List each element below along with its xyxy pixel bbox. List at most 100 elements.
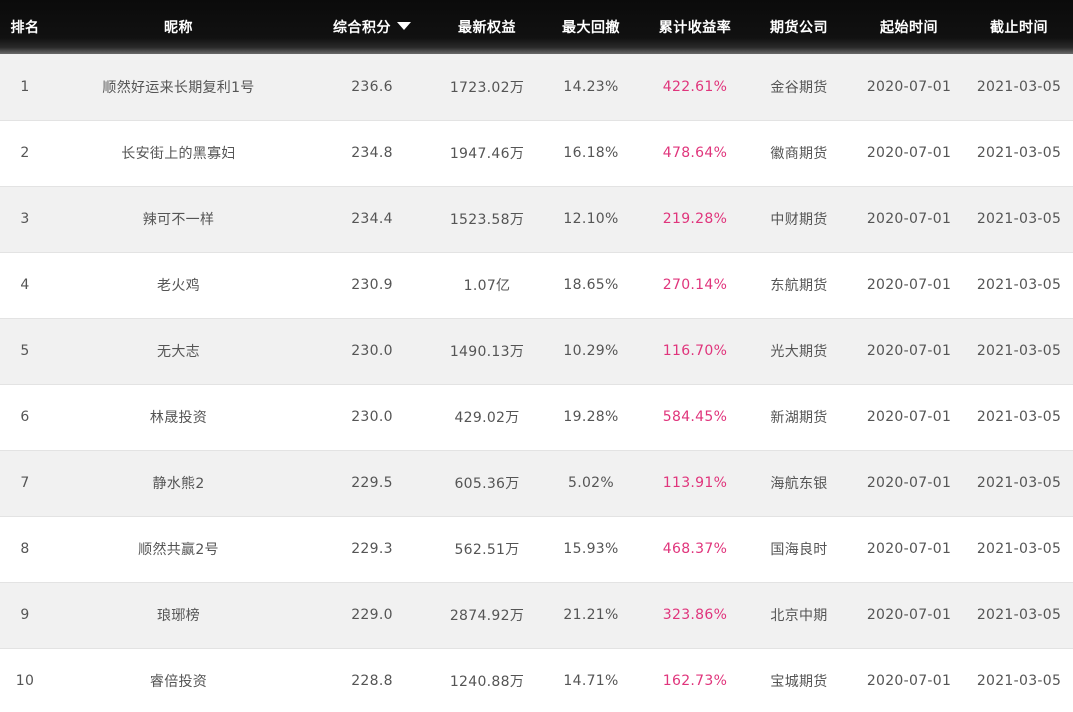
cell-score: 228.8 <box>351 673 393 689</box>
table-row[interactable]: 1 顺然好运来长期复利1号 236.6 1723.02万 14.23% 422.… <box>0 54 1073 120</box>
table-body: 1 顺然好运来长期复利1号 236.6 1723.02万 14.23% 422.… <box>0 54 1073 712</box>
cell-company: 海航东银 <box>770 476 828 492</box>
cell-drawdown: 10.29% <box>563 343 619 359</box>
header-rank: 排名 <box>10 20 40 36</box>
cell-end: 2021-03-05 <box>976 78 1062 95</box>
header-start: 起始时间 <box>880 20 938 36</box>
cell-drawdown: 15.93% <box>563 541 619 557</box>
cell-nickname[interactable]: 老火鸡 <box>50 252 307 318</box>
cell-start: 2020-07-01 <box>866 78 952 95</box>
cell-drawdown: 12.10% <box>563 211 619 227</box>
cell-company: 北京中期 <box>770 608 828 624</box>
cell-score: 230.9 <box>351 277 393 293</box>
cell-return: 323.86% <box>662 607 728 623</box>
cell-return: 162.73% <box>662 673 728 689</box>
cell-nickname[interactable]: 琅琊榜 <box>50 582 307 648</box>
cell-company: 徽商期货 <box>770 146 828 162</box>
cell-end: 2021-03-05 <box>976 409 1062 425</box>
header-score-label: 综合积分 <box>333 20 391 36</box>
cell-equity: 1523.58万 <box>449 212 525 228</box>
cell-drawdown: 19.28% <box>563 409 619 425</box>
table-row[interactable]: 6 林晟投资 230.0 429.02万 19.28% 584.45% 新湖期货… <box>0 384 1073 450</box>
cell-return: 468.37% <box>662 541 728 557</box>
cell-equity: 1947.46万 <box>449 146 525 162</box>
cell-drawdown: 16.18% <box>563 145 619 161</box>
header-score[interactable]: 综合积分 <box>307 0 437 54</box>
cell-end: 2021-03-05 <box>976 607 1062 623</box>
table-row[interactable]: 3 辣可不一样 234.4 1523.58万 12.10% 219.28% 中财… <box>0 186 1073 252</box>
cell-rank: 7 <box>20 475 30 491</box>
cell-rank: 10 <box>15 673 35 689</box>
cell-company: 金谷期货 <box>770 79 828 96</box>
cell-end: 2021-03-05 <box>976 211 1062 227</box>
cell-company: 新湖期货 <box>770 410 828 426</box>
cell-drawdown: 5.02% <box>568 475 614 491</box>
cell-start: 2020-07-01 <box>866 673 952 689</box>
cell-company: 宝城期货 <box>770 674 828 690</box>
table-row[interactable]: 2 长安街上的黑寡妇 234.8 1947.46万 16.18% 478.64%… <box>0 120 1073 186</box>
cell-start: 2020-07-01 <box>866 211 952 227</box>
cell-equity: 562.51万 <box>454 542 520 558</box>
cell-start: 2020-07-01 <box>866 607 952 623</box>
cell-nickname[interactable]: 顺然共赢2号 <box>50 516 307 582</box>
table-row[interactable]: 4 老火鸡 230.9 1.07亿 18.65% 270.14% 东航期货 20… <box>0 252 1073 318</box>
cell-start: 2020-07-01 <box>866 145 952 161</box>
table-row[interactable]: 9 琅琊榜 229.0 2874.92万 21.21% 323.86% 北京中期… <box>0 582 1073 648</box>
header-company: 期货公司 <box>770 20 828 36</box>
cell-equity: 1240.88万 <box>449 674 525 690</box>
cell-equity: 1.07亿 <box>463 278 511 294</box>
cell-start: 2020-07-01 <box>866 475 952 491</box>
cell-rank: 2 <box>20 145 30 161</box>
cell-nickname[interactable]: 顺然好运来长期复利1号 <box>50 54 307 120</box>
cell-start: 2020-07-01 <box>866 277 952 293</box>
table-row[interactable]: 8 顺然共赢2号 229.3 562.51万 15.93% 468.37% 国海… <box>0 516 1073 582</box>
cell-start: 2020-07-01 <box>866 409 952 425</box>
ranking-table: 排名 昵称 综合积分 最新权益 最大回撤 累计收益率 期货公司 起始时间 截止时… <box>0 0 1073 712</box>
cell-nickname[interactable]: 辣可不一样 <box>50 186 307 252</box>
cell-score: 234.8 <box>351 145 393 161</box>
cell-nickname[interactable]: 无大志 <box>50 318 307 384</box>
cell-nickname[interactable]: 睿倍投资 <box>50 648 307 712</box>
cell-start: 2020-07-01 <box>866 343 952 359</box>
header-equity: 最新权益 <box>458 20 516 36</box>
cell-score: 229.0 <box>351 607 393 623</box>
cell-return: 478.64% <box>662 145 728 161</box>
cell-end: 2021-03-05 <box>976 145 1062 161</box>
cell-return: 116.70% <box>662 343 728 359</box>
cell-equity: 1723.02万 <box>449 79 525 96</box>
cell-drawdown: 18.65% <box>563 277 619 293</box>
cell-drawdown: 21.21% <box>563 607 619 623</box>
cell-end: 2021-03-05 <box>976 673 1062 689</box>
cell-drawdown: 14.23% <box>563 78 619 95</box>
cell-rank: 5 <box>20 343 30 359</box>
cell-end: 2021-03-05 <box>976 277 1062 293</box>
cell-return: 422.61% <box>662 78 728 95</box>
table-row[interactable]: 7 静水熊2 229.5 605.36万 5.02% 113.91% 海航东银 … <box>0 450 1073 516</box>
cell-start: 2020-07-01 <box>866 541 952 557</box>
cell-equity: 605.36万 <box>454 476 520 492</box>
cell-rank: 3 <box>20 211 30 227</box>
header-return: 累计收益率 <box>658 20 732 36</box>
cell-company: 国海良时 <box>770 542 828 558</box>
cell-return: 584.45% <box>662 409 728 425</box>
table-row[interactable]: 5 无大志 230.0 1490.13万 10.29% 116.70% 光大期货… <box>0 318 1073 384</box>
sort-down-icon[interactable] <box>397 22 411 30</box>
table-header: 排名 昵称 综合积分 最新权益 最大回撤 累计收益率 期货公司 起始时间 截止时… <box>0 0 1073 54</box>
cell-nickname[interactable]: 静水熊2 <box>50 450 307 516</box>
cell-end: 2021-03-05 <box>976 343 1062 359</box>
cell-company: 光大期货 <box>770 344 828 360</box>
header-drawdown: 最大回撤 <box>562 20 620 36</box>
cell-return: 219.28% <box>662 211 728 227</box>
cell-return: 113.91% <box>662 475 728 491</box>
cell-rank: 6 <box>20 409 30 425</box>
cell-nickname[interactable]: 长安街上的黑寡妇 <box>50 120 307 186</box>
header-nickname: 昵称 <box>164 20 193 36</box>
cell-score: 230.0 <box>351 343 393 359</box>
cell-score: 230.0 <box>351 409 393 425</box>
cell-nickname[interactable]: 林晟投资 <box>50 384 307 450</box>
cell-rank: 4 <box>20 277 30 293</box>
table-row[interactable]: 10 睿倍投资 228.8 1240.88万 14.71% 162.73% 宝城… <box>0 648 1073 712</box>
cell-end: 2021-03-05 <box>976 541 1062 557</box>
cell-score: 234.4 <box>351 211 393 227</box>
cell-drawdown: 14.71% <box>563 673 619 689</box>
